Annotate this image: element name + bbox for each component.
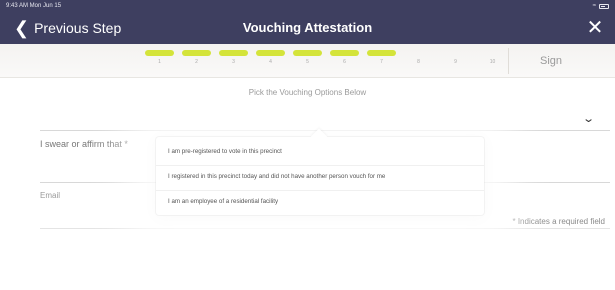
progress-step-number: 3 (232, 59, 235, 65)
status-time: 9:43 AM Mon Jun 15 (6, 3, 62, 9)
progress-step-bar (441, 50, 470, 56)
progress-step: 10 (478, 50, 507, 65)
close-button[interactable]: ✕ (585, 18, 605, 38)
divider (508, 48, 509, 74)
progress-step: 6 (330, 50, 359, 65)
progress-step-bar (293, 50, 322, 56)
progress-step-number: 8 (417, 59, 420, 65)
progress-step-number: 2 (195, 59, 198, 65)
progress-step: 4 (256, 50, 285, 65)
required-field-note: * Indicates a required field (512, 217, 606, 226)
wifi-icon: ≈ (592, 3, 596, 9)
vouching-options-dropdown: I am pre-registered to vote in this prec… (156, 137, 484, 215)
status-icons: ≈ (593, 3, 609, 9)
email-label: Email (40, 191, 61, 200)
bottom-fade (0, 236, 615, 290)
progress-step-bar (367, 50, 396, 56)
progress-step: 7 (367, 50, 396, 65)
chevron-down-icon[interactable]: ⌄ (582, 112, 595, 125)
status-bar: 9:43 AM Mon Jun 15 ≈ (0, 0, 615, 12)
progress-step-bar (256, 50, 285, 56)
progress-step: 8 (404, 50, 433, 65)
progress-step-number: 1 (158, 59, 161, 65)
instructions-text: Pick the Vouching Options Below (248, 88, 367, 97)
sign-tab[interactable]: Sign (540, 55, 562, 67)
dropdown-option[interactable]: I am pre-registered to vote in this prec… (156, 140, 484, 162)
progress-step-bar (478, 50, 507, 56)
progress-step-bar (404, 50, 433, 56)
progress-step: 5 (293, 50, 322, 65)
progress-step-bar (145, 50, 174, 56)
progress-step-number: 5 (306, 59, 309, 65)
progress-step-bar (330, 50, 359, 56)
page-title: Vouching Attestation (242, 20, 373, 35)
progress-step-number: 6 (343, 59, 346, 65)
vouching-options-select[interactable] (40, 130, 610, 131)
progress-step-bar (182, 50, 211, 56)
nav-bar: ❮ Previous Step Vouching Attestation ✕ (0, 12, 615, 44)
close-icon: ✕ (586, 17, 604, 39)
progress-step: 2 (182, 50, 211, 65)
progress-steps-row: 1 2 3 4 5 6 7 8 9 10 Sign (0, 44, 615, 78)
progress-steps: 1 2 3 4 5 6 7 8 9 10 (145, 50, 507, 65)
progress-step-number: 9 (454, 59, 457, 65)
battery-icon (599, 3, 609, 9)
dropdown-option[interactable]: I registered in this precinct today and … (156, 165, 484, 187)
progress-step: 3 (219, 50, 248, 65)
progress-step: 9 (441, 50, 470, 65)
dropdown-option[interactable]: I am an employee of a residential facili… (156, 190, 484, 212)
progress-step-number: 4 (269, 59, 272, 65)
progress-step-number: 10 (489, 59, 496, 65)
email-field[interactable] (40, 228, 610, 229)
progress-step-number: 7 (380, 59, 383, 65)
swear-affirm-label: I swear or affirm that * (40, 139, 128, 149)
progress-step-bar (219, 50, 248, 56)
progress-step: 1 (145, 50, 174, 65)
